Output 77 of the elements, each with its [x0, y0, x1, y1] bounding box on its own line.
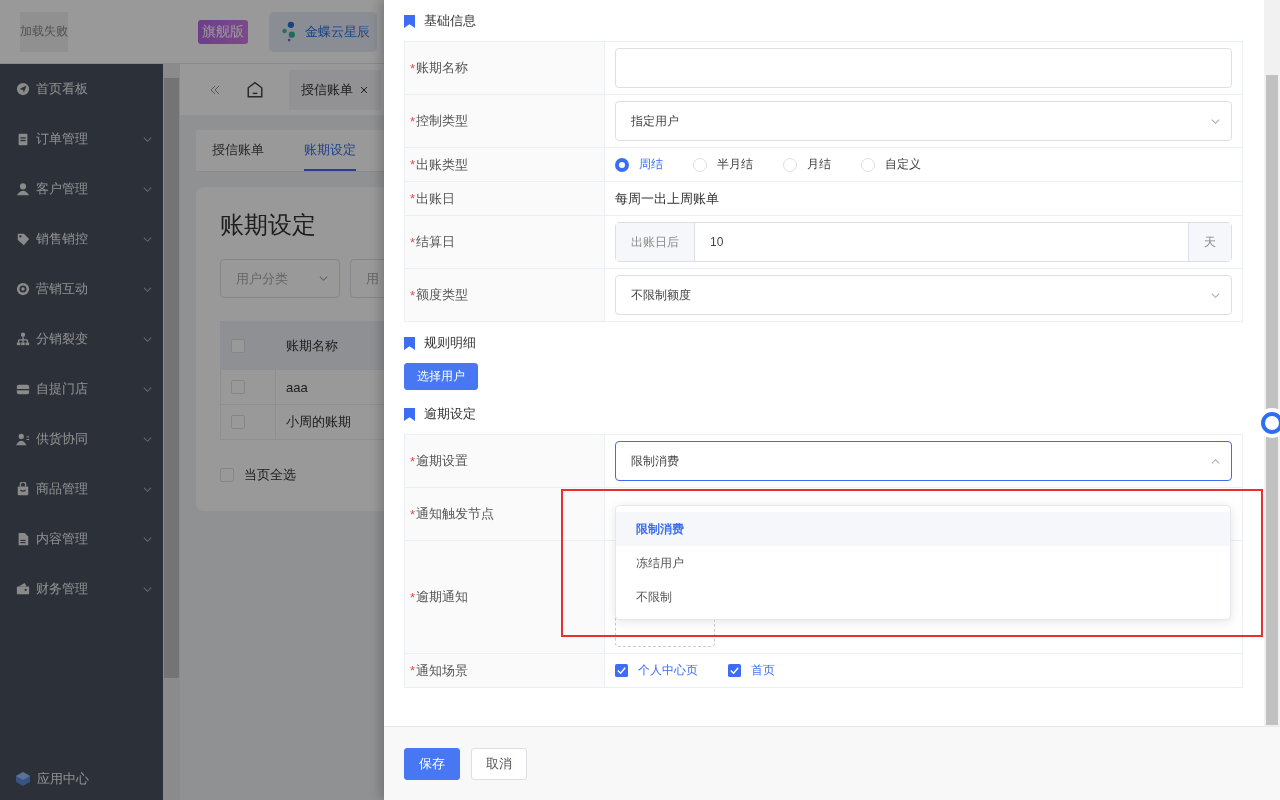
- form-label: *通知场景: [405, 654, 605, 687]
- radio-option[interactable]: 月结: [783, 156, 831, 173]
- dropdown-option[interactable]: 冻结用户: [616, 546, 1230, 580]
- dropdown-option[interactable]: 不限制: [616, 580, 1230, 614]
- sidebar-item[interactable]: 营销互动: [0, 264, 163, 314]
- target-icon: [16, 282, 30, 296]
- tab[interactable]: 授信账单: [212, 130, 264, 171]
- people-icon: [16, 432, 30, 446]
- cube-icon: [15, 771, 31, 787]
- sidebar-item[interactable]: 销售销控: [0, 214, 163, 264]
- bookmark-icon: [404, 14, 415, 28]
- sidebar-item[interactable]: 供货协同: [0, 414, 163, 464]
- checkbox-icon: [728, 664, 741, 677]
- cancel-button[interactable]: 取消: [471, 747, 527, 780]
- table-cell-text: aaa: [285, 378, 308, 397]
- checkbox-label: 当页全选: [244, 466, 296, 484]
- product-switch[interactable]: 金蝶云星辰: [269, 11, 377, 52]
- form-label: *逾期设置: [405, 435, 605, 487]
- form-label: *出账日: [405, 182, 605, 215]
- form-label: *结算日: [405, 216, 605, 268]
- form-label: *账期名称: [405, 42, 605, 94]
- clipboard-icon: [16, 132, 30, 146]
- sidebar-item[interactable]: 首页看板: [0, 64, 163, 114]
- form-label: *通知触发节点: [405, 488, 605, 540]
- bookmark-icon: [404, 336, 415, 350]
- wallet-icon: [16, 582, 30, 596]
- sidebar-item[interactable]: 财务管理: [0, 564, 163, 614]
- page-tab[interactable]: 授信账单: [289, 69, 381, 110]
- page-title: 账期设定: [220, 210, 316, 240]
- store-icon: [16, 382, 30, 396]
- sidebar-item[interactable]: 商品管理: [0, 464, 163, 514]
- navigation-icon: [16, 82, 30, 96]
- tab[interactable]: 账期设定: [304, 130, 356, 171]
- table-cell-text: 小周的账期: [285, 413, 351, 431]
- select-field[interactable]: 不限制额度: [615, 275, 1232, 315]
- section-title: 规则明细: [424, 334, 476, 352]
- scrollbar[interactable]: [1264, 0, 1280, 726]
- home-icon: [246, 80, 264, 99]
- select-field[interactable]: 指定用户: [615, 101, 1232, 141]
- sidebar-item[interactable]: 分销裂变: [0, 314, 163, 364]
- checkbox-option[interactable]: 首页: [728, 662, 775, 679]
- sidebar-item[interactable]: 内容管理: [0, 514, 163, 564]
- edition-badge: 旗舰版: [198, 19, 248, 44]
- close-icon: [359, 84, 369, 95]
- shopping-bag-icon: [16, 482, 30, 496]
- column-header: 账期名称: [285, 336, 338, 355]
- input-field[interactable]: 出账日后 10 天: [615, 222, 1232, 262]
- form-label: *额度类型: [405, 269, 605, 321]
- save-button[interactable]: 保存: [404, 747, 460, 780]
- checkbox-option[interactable]: 个人中心页: [615, 662, 698, 679]
- app-center-link[interactable]: 应用中心: [0, 759, 163, 799]
- radio-option[interactable]: 自定义: [861, 156, 921, 173]
- alt-text: 加载失败: [20, 23, 68, 40]
- double-chevron-left-icon: [209, 83, 221, 96]
- select-field[interactable]: 限制消费: [615, 441, 1232, 481]
- chevron-down-icon: [318, 273, 329, 284]
- scrollbar[interactable]: [163, 64, 180, 800]
- form-label: *控制类型: [405, 95, 605, 147]
- sidebar-item[interactable]: 客户管理: [0, 164, 163, 214]
- bookmark-icon: [404, 407, 415, 421]
- select-users-button[interactable]: 选择用户: [404, 363, 478, 390]
- person-icon: [16, 182, 30, 196]
- section-title: 逾期设定: [424, 405, 476, 423]
- tag-icon: [16, 232, 30, 246]
- document-icon: [16, 532, 30, 546]
- form-label: *逾期通知: [405, 541, 605, 653]
- sidebar-item[interactable]: 订单管理: [0, 114, 163, 164]
- checkbox-icon: [615, 664, 628, 677]
- field-value: 每周一出上周账单: [615, 189, 719, 208]
- input-field[interactable]: [615, 48, 1232, 88]
- section-title: 基础信息: [424, 12, 476, 30]
- hierarchy-icon: [16, 332, 30, 346]
- dropdown-option[interactable]: 限制消费: [616, 512, 1230, 546]
- form-label: *出账类型: [405, 148, 605, 181]
- radio-option[interactable]: 半月结: [693, 156, 753, 173]
- sidebar-item[interactable]: 自提门店: [0, 364, 163, 414]
- radio-option[interactable]: 周结: [615, 156, 663, 173]
